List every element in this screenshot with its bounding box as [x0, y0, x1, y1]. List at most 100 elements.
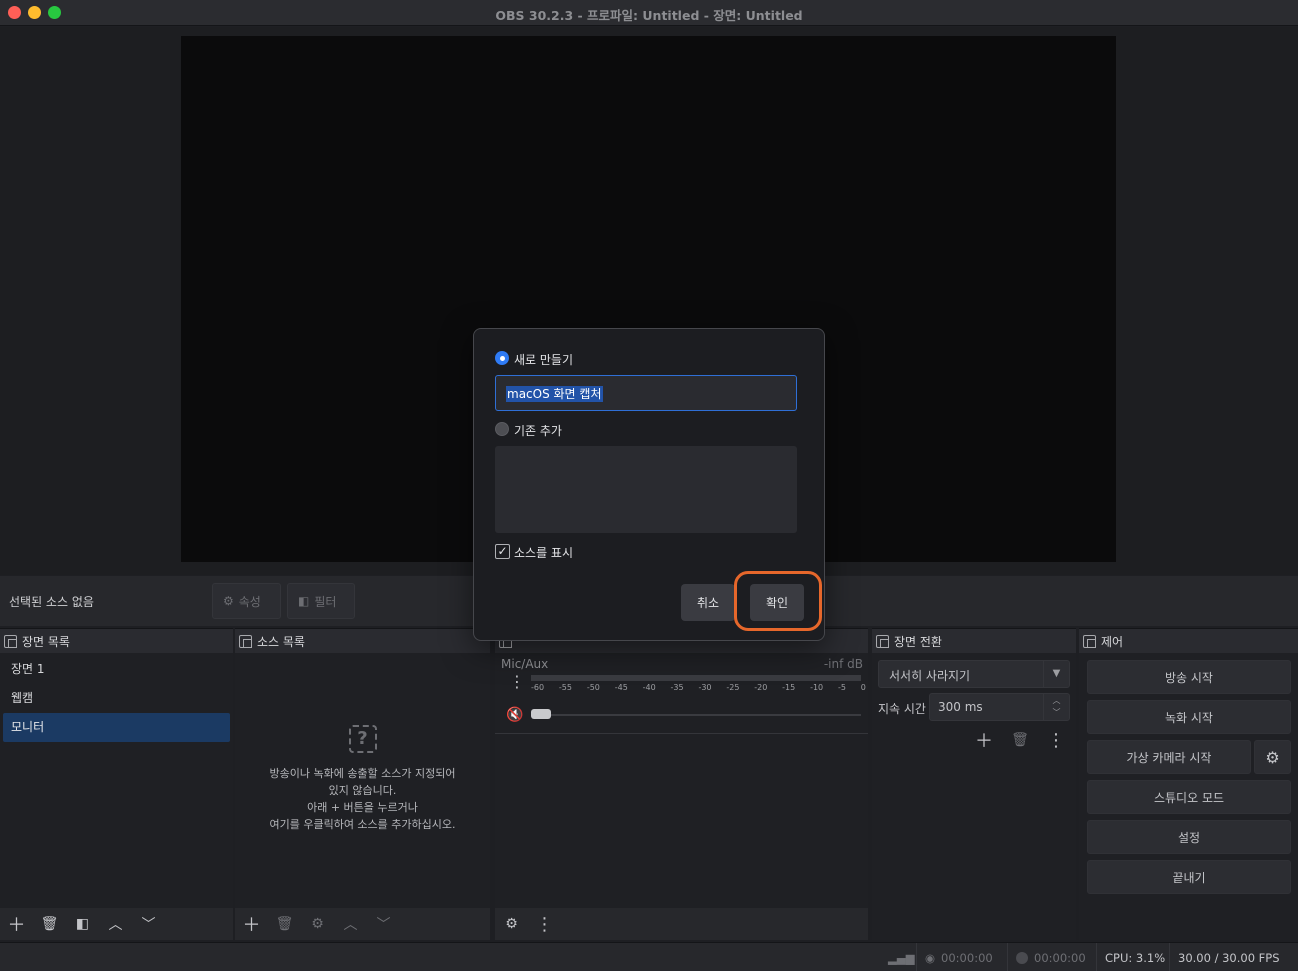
sources-empty-state[interactable]: ? 방송이나 녹화에 송출할 소스가 지정되어 있지 않습니다. 아래 + 버튼… — [235, 725, 490, 833]
plus-icon: ＋ — [242, 915, 261, 936]
duration-label: 지속 시간 — [878, 702, 926, 716]
virtual-camera-settings-button[interactable]: ⚙ — [1254, 740, 1291, 774]
move-scene-down-button[interactable]: ﹀ — [132, 909, 165, 939]
scale-tick: -30 — [698, 683, 712, 692]
scale-tick: -60 — [531, 683, 545, 692]
controls-dock-header: 제어 — [1079, 629, 1298, 653]
kebab-menu-icon: ⋮ — [535, 913, 554, 935]
duration-spinbox[interactable]: 300 ms ︿ ﹀ — [929, 693, 1070, 721]
trash-icon: 🗑 — [1011, 732, 1029, 748]
transitions-dock: 장면 전환 서서히 사라지기 ▼ 지속 시간 300 ms ︿ ﹀ ＋ 🗑 ⋮ — [872, 628, 1076, 940]
properties-label: 속성 — [238, 594, 261, 609]
studio-mode-button[interactable]: 스튜디오 모드 — [1087, 780, 1291, 814]
scale-tick: -35 — [670, 683, 684, 692]
remove-transition-button[interactable]: 🗑 — [1004, 725, 1036, 755]
move-source-up-button[interactable]: ︿ — [334, 909, 367, 939]
scale-tick: -55 — [558, 683, 572, 692]
create-new-radio[interactable] — [495, 351, 509, 365]
title-bar: OBS 30.2.3 - 프로파일: Untitled - 장면: Untitl… — [0, 0, 1298, 26]
filters-label: 필터 — [314, 594, 337, 609]
scene-item-selected[interactable]: 모니터 — [3, 713, 230, 742]
spin-arrows-icon[interactable]: ︿ ﹀ — [1043, 694, 1069, 720]
mixer-track: Mic/Aux -inf dB -60 -55 -50 -45 -40 -35 … — [501, 657, 866, 723]
add-scene-button[interactable]: ＋ — [0, 909, 33, 939]
exit-button[interactable]: 끝내기 — [1087, 860, 1291, 894]
record-status: 00:00:00 — [1007, 943, 1096, 971]
scene-item[interactable]: 웹캠 — [0, 684, 233, 713]
mixer-toolbar: ⚙ ⋮ — [495, 908, 868, 940]
stream-time: 00:00:00 — [941, 950, 993, 965]
scale-tick: -20 — [754, 683, 768, 692]
start-streaming-button[interactable]: 방송 시작 — [1087, 660, 1291, 694]
existing-sources-list[interactable] — [495, 446, 797, 533]
plus-icon: ＋ — [975, 731, 993, 752]
track-name: Mic/Aux — [501, 657, 549, 671]
add-transition-button[interactable]: ＋ — [968, 725, 1000, 755]
add-source-button[interactable]: ＋ — [235, 909, 268, 939]
settings-button[interactable]: 설정 — [1087, 820, 1291, 854]
scenes-dock-title: 장면 목록 — [22, 634, 70, 649]
source-properties-button[interactable]: ⚙ — [301, 909, 334, 939]
transition-select[interactable]: 서서히 사라지기 ▼ — [878, 660, 1070, 688]
status-bar: ▂▄▆ ◉ 00:00:00 00:00:00 CPU: 3.1% 30.00 … — [0, 942, 1298, 971]
empty-line: 여기를 우클릭하여 소스를 추가하십시오. — [269, 818, 456, 831]
remove-scene-button[interactable]: 🗑 — [33, 909, 66, 939]
scale-tick: 0 — [860, 683, 866, 692]
start-virtual-camera-button[interactable]: 가상 카메라 시작 — [1087, 740, 1251, 774]
scale-tick: -15 — [782, 683, 796, 692]
scale-tick: -10 — [810, 683, 824, 692]
kebab-menu-icon: ⋮ — [509, 672, 525, 691]
move-source-down-button[interactable]: ﹀ — [367, 909, 400, 939]
sources-dock-header: 소스 목록 — [235, 629, 490, 653]
dock-undock-icon[interactable] — [1083, 634, 1096, 648]
scene-filters-button[interactable]: ◧ — [66, 909, 99, 939]
controls-dock: 제어 방송 시작 녹화 시작 가상 카메라 시작 ⚙ 스튜디오 모드 설정 끝내… — [1079, 628, 1298, 940]
filter-icon: ◧ — [75, 916, 90, 932]
dock-undock-icon[interactable] — [239, 634, 252, 648]
network-status: ▂▄▆ — [880, 943, 916, 971]
duration-value: 300 ms — [938, 700, 983, 714]
transitions-dock-title: 장면 전환 — [894, 634, 942, 649]
no-source-label: 선택된 소스 없음 — [9, 595, 94, 609]
gear-icon: ⚙ — [505, 916, 518, 932]
dropdown-arrow-icon: ▼ — [1043, 661, 1069, 687]
filters-button[interactable]: ◧ 필터 — [287, 583, 355, 619]
mute-toggle-button[interactable]: 🔇 — [503, 703, 527, 727]
source-name-value: macOS 화면 캡처 — [506, 386, 603, 402]
dock-undock-icon[interactable] — [4, 634, 17, 648]
source-name-input[interactable]: macOS 화면 캡처 — [495, 375, 797, 411]
transition-menu-button[interactable]: ⋮ — [1040, 725, 1072, 755]
speaker-muted-icon: 🔇 — [506, 707, 524, 723]
chevron-up-icon: ︿ — [343, 917, 358, 933]
mixer-menu-button[interactable]: ⋮ — [528, 909, 561, 939]
empty-line: 방송이나 녹화에 송출할 소스가 지정되어 — [269, 767, 456, 780]
show-source-checkbox[interactable]: ✓ — [495, 544, 510, 559]
scenes-toolbar: ＋ 🗑 ◧ ︿ ﹀ — [0, 908, 233, 940]
remove-source-button[interactable]: 🗑 — [268, 909, 301, 939]
volume-slider-handle[interactable] — [531, 709, 551, 719]
transition-tools: ＋ 🗑 ⋮ — [968, 725, 1072, 755]
cancel-button[interactable]: 취소 — [681, 584, 735, 621]
move-scene-up-button[interactable]: ︿ — [99, 909, 132, 939]
scene-item[interactable]: 장면 1 — [0, 655, 233, 684]
properties-button[interactable]: ⚙ 속성 — [212, 583, 281, 619]
scenes-dock: 장면 목록 장면 1 웹캠 모니터 ＋ 🗑 ◧ ︿ ﹀ — [0, 628, 233, 940]
add-existing-radio[interactable] — [495, 422, 509, 436]
meter-scale: -60 -55 -50 -45 -40 -35 -30 -25 -20 -15 … — [531, 683, 866, 692]
show-source-label: 소스를 표시 — [514, 546, 574, 560]
volume-slider-track[interactable] — [531, 714, 861, 716]
gear-icon: ⚙ — [1265, 747, 1280, 767]
advanced-audio-button[interactable]: ⚙ — [495, 909, 528, 939]
gear-icon: ⚙ — [311, 916, 324, 932]
question-icon: ? — [348, 725, 377, 753]
scale-tick: -5 — [837, 683, 846, 692]
filter-icon: ◧ — [298, 594, 310, 608]
transitions-dock-header: 장면 전환 — [872, 629, 1076, 653]
kebab-menu-icon: ⋮ — [1047, 729, 1065, 751]
track-menu-button[interactable]: ⋮ — [505, 672, 529, 696]
scale-tick: -25 — [726, 683, 740, 692]
chevron-up-icon: ︿ — [108, 917, 123, 933]
plus-icon: ＋ — [7, 915, 26, 936]
dock-undock-icon[interactable] — [876, 634, 889, 648]
start-recording-button[interactable]: 녹화 시작 — [1087, 700, 1291, 734]
